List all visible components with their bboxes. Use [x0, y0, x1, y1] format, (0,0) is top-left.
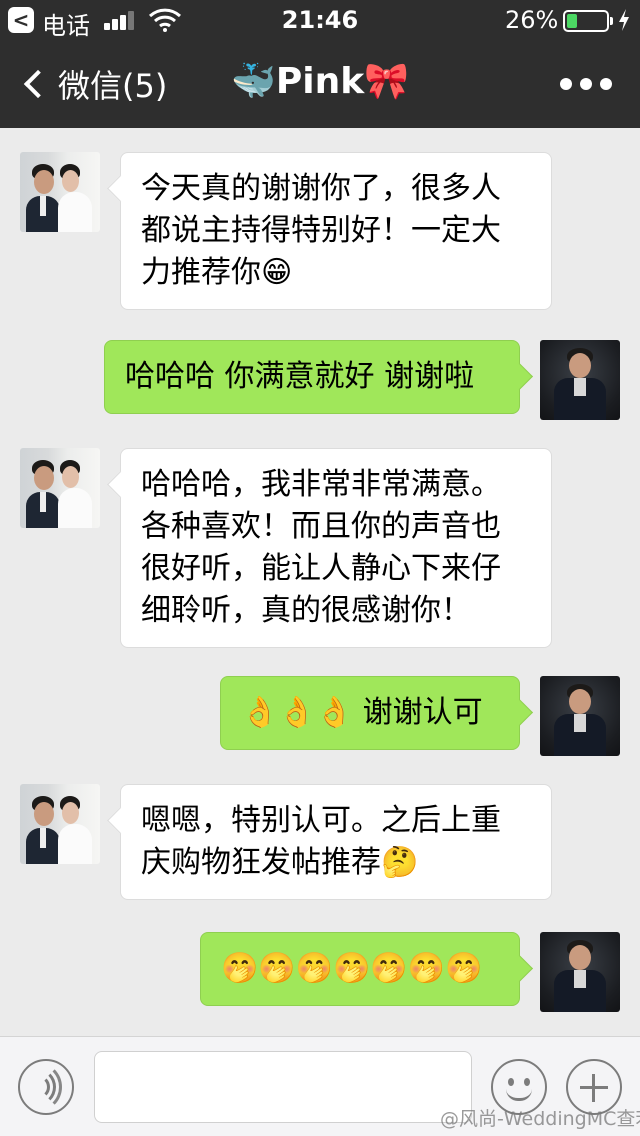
incoming-message-bubble[interactable]: 哈哈哈，我非常非常满意。 各种喜欢！而且你的声音也 很好听，能让人静心下来仔 细… — [120, 448, 552, 648]
battery-tip — [610, 17, 613, 25]
chat-header: 微信(5) 🐳Pink🎀 — [0, 40, 640, 128]
avatar-couple[interactable] — [20, 152, 100, 232]
message-text: 🤭🤭🤭🤭🤭🤭🤭 — [221, 951, 483, 986]
more-dots-icon[interactable] — [560, 78, 612, 90]
charging-icon — [619, 9, 629, 31]
status-bar: < 电话 21:46 26% — [0, 0, 640, 40]
message-text: 👌👌👌 谢谢认可 — [241, 695, 483, 730]
outgoing-message-bubble[interactable]: 哈哈哈 你满意就好 谢谢啦 — [104, 340, 520, 414]
voice-icon[interactable] — [18, 1059, 74, 1115]
message-text: 嗯嗯，特别认可。之后上重 庆购物狂发帖推荐🤔 — [141, 803, 501, 880]
watermark: @风尚-WeddingMC查若 — [440, 1108, 640, 1130]
incoming-message-bubble[interactable]: 嗯嗯，特别认可。之后上重 庆购物狂发帖推荐🤔 — [120, 784, 552, 900]
battery-percentage: 26% — [505, 6, 559, 34]
avatar-couple[interactable] — [20, 448, 100, 528]
outgoing-message-bubble[interactable]: 🤭🤭🤭🤭🤭🤭🤭 — [200, 932, 520, 1006]
avatar-couple[interactable] — [20, 784, 100, 864]
avatar-host[interactable] — [540, 676, 620, 756]
chat-title: 🐳Pink🎀 — [231, 61, 409, 102]
battery-level — [567, 14, 577, 28]
incoming-message-bubble[interactable]: 今天真的谢谢你了，很多人 都说主持得特别好！一定大 力推荐你😁 — [120, 152, 552, 310]
message-text: 哈哈哈，我非常非常满意。 各种喜欢！而且你的声音也 很好听，能让人静心下来仔 细… — [141, 467, 501, 628]
battery-icon — [563, 10, 609, 32]
outgoing-message-bubble[interactable]: 👌👌👌 谢谢认可 — [220, 676, 520, 750]
message-text: 今天真的谢谢你了，很多人 都说主持得特别好！一定大 力推荐你😁 — [141, 171, 501, 290]
avatar-host[interactable] — [540, 340, 620, 420]
message-input[interactable] — [94, 1051, 472, 1123]
message-text: 哈哈哈 你满意就好 谢谢啦 — [125, 359, 475, 394]
avatar-host[interactable] — [540, 932, 620, 1012]
